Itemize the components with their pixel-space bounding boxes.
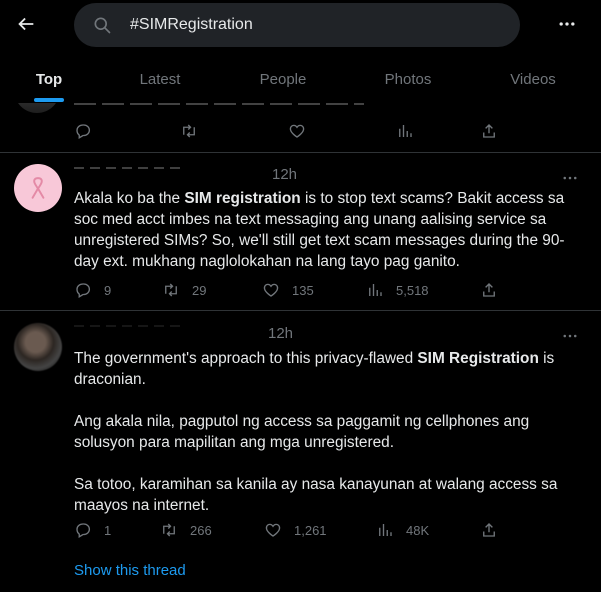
like-count: 135: [292, 282, 314, 298]
retweet-icon: [163, 523, 175, 537]
tweet-actions: 1 266 1,261 48K: [74, 519, 514, 541]
tweet[interactable]: 12h The government's approach to this pr…: [0, 311, 601, 592]
share-icon: [483, 283, 495, 297]
tweet-time[interactable]: 12h: [268, 325, 293, 342]
reply-count: 9: [104, 282, 112, 298]
reply-button[interactable]: [74, 120, 92, 142]
retweet-icon: [165, 283, 177, 297]
username-obscured: [74, 325, 184, 327]
more-dots-icon: [559, 22, 575, 26]
retweet-button[interactable]: 266: [160, 519, 212, 541]
search-header: Top Latest People Photos Videos: [0, 0, 601, 103]
reply-count: 1: [104, 522, 112, 538]
more-dots-icon: [563, 334, 577, 338]
tab-videos[interactable]: Videos: [472, 55, 594, 103]
like-button[interactable]: [288, 120, 306, 142]
view-count: 48K: [406, 522, 430, 538]
search-results-feed: 12h Akala ko ba the SIM registration is …: [0, 103, 601, 592]
tab-label: Latest: [139, 70, 181, 88]
tweet-text-segment: Akala ko ba the: [74, 190, 185, 207]
heart-icon: [263, 283, 279, 297]
tweet-paragraph: Ang akala nila, pagputol ng access sa pa…: [74, 411, 579, 453]
views-button[interactable]: [396, 120, 414, 142]
back-button[interactable]: [12, 10, 40, 38]
search-icon: [94, 17, 111, 34]
tweet-time[interactable]: 12h: [272, 166, 297, 183]
search-input[interactable]: [130, 13, 490, 37]
views-icon: [379, 524, 392, 536]
reply-icon: [76, 124, 91, 139]
avatar[interactable]: [14, 323, 62, 371]
views-button[interactable]: 48K: [376, 519, 429, 541]
views-icon: [369, 284, 382, 296]
retweet-icon: [183, 124, 195, 138]
tab-label: People: [259, 70, 307, 88]
tab-photos[interactable]: Photos: [344, 55, 472, 103]
back-arrow-icon: [18, 17, 34, 31]
tweet-more-button[interactable]: [556, 169, 584, 187]
views-button[interactable]: 5,518: [366, 279, 429, 301]
more-options-button[interactable]: [553, 12, 581, 36]
retweet-count: 266: [190, 522, 212, 538]
tweet-paragraph: Sa totoo, karamihan sa kanila ay nasa ka…: [74, 474, 579, 516]
tweet-text-segment: Ang akala nila, pagputol ng access sa pa…: [74, 413, 530, 451]
tweet[interactable]: 12h Akala ko ba the SIM registration is …: [0, 153, 601, 311]
search-box[interactable]: [74, 3, 520, 47]
share-icon: [483, 523, 495, 537]
tweet-actions: [74, 120, 514, 142]
like-button[interactable]: 135: [262, 279, 314, 301]
pink-ribbon-icon: [31, 177, 45, 199]
heart-icon: [289, 124, 305, 138]
view-count: 5,518: [396, 282, 429, 298]
retweet-button[interactable]: [180, 120, 198, 142]
share-button[interactable]: [480, 279, 498, 301]
views-icon: [399, 125, 412, 137]
share-icon: [483, 124, 495, 138]
like-button[interactable]: 1,261: [264, 519, 327, 541]
avatar[interactable]: [14, 103, 60, 113]
like-count: 1,261: [294, 522, 327, 538]
tweet-partial[interactable]: [0, 103, 601, 153]
highlighted-term: SIM registration: [184, 190, 301, 207]
tweet-text-segment: Sa totoo, karamihan sa kanila ay nasa ka…: [74, 476, 558, 514]
more-dots-icon: [563, 176, 577, 180]
tab-top[interactable]: Top: [0, 55, 98, 103]
heart-icon: [265, 523, 281, 537]
cut-off-text: [74, 103, 364, 105]
avatar[interactable]: [14, 164, 62, 212]
share-button[interactable]: [480, 519, 498, 541]
username-obscured: [74, 167, 184, 169]
reply-icon: [76, 523, 91, 538]
retweet-count: 29: [192, 282, 207, 298]
tab-label: Photos: [384, 70, 432, 88]
tweet-paragraph: The government's approach to this privac…: [74, 348, 579, 390]
highlighted-term: SIM Registration: [417, 350, 539, 367]
tweet-text: Akala ko ba the SIM registration is to s…: [74, 188, 579, 272]
reply-button[interactable]: 9: [74, 279, 111, 301]
share-button[interactable]: [480, 120, 498, 142]
tab-people[interactable]: People: [222, 55, 344, 103]
reply-button[interactable]: 1: [74, 519, 111, 541]
tweet-more-button[interactable]: [556, 327, 584, 345]
tweet-text: The government's approach to this privac…: [74, 348, 579, 516]
active-tab-indicator: [34, 98, 64, 102]
tweet-text-segment: The government's approach to this privac…: [74, 350, 418, 367]
search-tabs: Top Latest People Photos Videos: [0, 55, 601, 103]
tweet-paragraph: Akala ko ba the SIM registration is to s…: [74, 188, 579, 272]
tweet-actions: 9 29 135 5,518: [74, 279, 514, 301]
tab-label: Top: [35, 70, 63, 88]
reply-icon: [76, 283, 91, 298]
tab-latest[interactable]: Latest: [98, 55, 222, 103]
tab-label: Videos: [510, 70, 556, 88]
retweet-button[interactable]: 29: [162, 279, 206, 301]
show-thread-link[interactable]: Show this thread: [74, 562, 186, 579]
